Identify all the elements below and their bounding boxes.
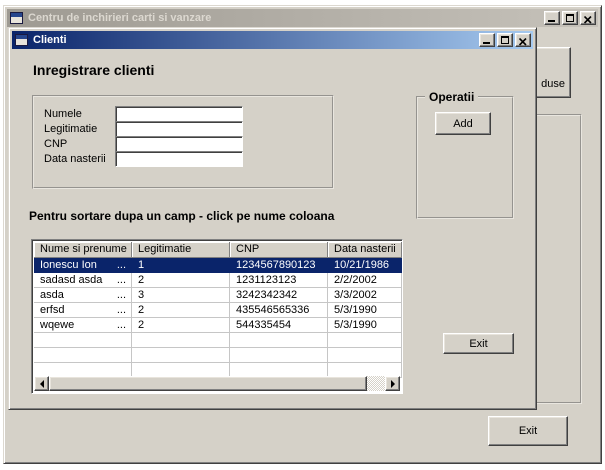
truncation-ellipsis: ...: [117, 304, 126, 316]
cell-cnp: 544335454: [230, 318, 328, 333]
add-button[interactable]: Add: [435, 112, 491, 135]
sort-hint: Pentru sortare dupa un camp - click pe n…: [29, 209, 334, 223]
column-header-legitimatie[interactable]: Legitimatie: [132, 242, 230, 258]
column-header-data-nasterii[interactable]: Data nasterii: [328, 242, 402, 258]
clienti-minimize-button[interactable]: [479, 33, 495, 47]
operatii-frame: Operatii Add: [416, 96, 514, 219]
cell-legitimatie: 2: [132, 318, 230, 333]
cell-cnp: 435546565336: [230, 303, 328, 318]
cell-data: 10/21/1986: [328, 258, 402, 273]
minimize-icon: [548, 20, 555, 22]
cell-text: wqewe: [40, 319, 74, 331]
registration-frame: Numele Legitimatie CNP Data nasterii: [32, 95, 334, 189]
cell-cnp: 1234567890123: [230, 258, 328, 273]
truncation-ellipsis: ...: [117, 319, 126, 331]
grid-header-row: Nume si prenume Legitimatie CNP Data nas…: [34, 242, 400, 258]
cell-cnp: 3242342342: [230, 288, 328, 303]
cell-legitimatie: 1: [132, 258, 230, 273]
table-row[interactable]: wqewe... 2 544335454 5/3/1990: [34, 318, 400, 333]
table-row[interactable]: erfsd... 2 435546565336 5/3/1990: [34, 303, 400, 318]
close-icon: [584, 15, 592, 27]
clienti-window-icon: [15, 34, 28, 46]
cell-nume: erfsd...: [34, 303, 132, 318]
main-close-button[interactable]: [580, 11, 596, 25]
numele-field[interactable]: [115, 106, 243, 122]
horizontal-scrollbar[interactable]: [34, 376, 400, 391]
cell-data: 5/3/1990: [328, 303, 402, 318]
produse-button-label: duse: [541, 78, 565, 90]
minimize-icon: [483, 42, 490, 44]
page-title: Inregistrare clienti: [33, 62, 154, 78]
table-row[interactable]: Ionescu Ion... 1 1234567890123 10/21/198…: [34, 258, 400, 273]
cell-data: 3/3/2002: [328, 288, 402, 303]
clienti-titlebar[interactable]: Clienti: [12, 31, 533, 49]
column-header-cnp[interactable]: CNP: [230, 242, 328, 258]
main-maximize-button[interactable]: [562, 11, 578, 25]
clienti-window: Clienti Inregistrare clienti Numele Legi…: [8, 27, 537, 410]
grid-empty-cell: [328, 333, 402, 348]
main-titlebar[interactable]: Centru de inchirieri carti si vanzare: [7, 9, 598, 27]
grid-empty-cell: [132, 333, 230, 348]
grid-empty-cell: [230, 333, 328, 348]
cell-text: asda: [40, 289, 64, 301]
grid-empty-cell: [34, 333, 132, 348]
cell-data: 5/3/1990: [328, 318, 402, 333]
truncation-ellipsis: ...: [117, 274, 126, 286]
main-exit-button[interactable]: Exit: [488, 416, 568, 446]
scroll-right-button[interactable]: [385, 376, 400, 391]
cnp-label: CNP: [44, 138, 67, 150]
truncation-ellipsis: ...: [117, 289, 126, 301]
cnp-field[interactable]: [115, 136, 243, 152]
main-window-icon: [10, 12, 23, 24]
cell-legitimatie: 2: [132, 303, 230, 318]
scrollbar-thumb[interactable]: [49, 376, 367, 391]
cell-nume: asda...: [34, 288, 132, 303]
table-row[interactable]: asda... 3 3242342342 3/3/2002: [34, 288, 400, 303]
close-icon: [519, 37, 527, 49]
right-arrow-icon: [391, 380, 395, 388]
cell-text: sadasd asda: [40, 274, 102, 286]
screen: Centru de inchirieri carti si vanzare du…: [0, 0, 605, 470]
scroll-left-button[interactable]: [34, 376, 49, 391]
truncation-ellipsis: ...: [117, 259, 126, 271]
legitimatie-label: Legitimatie: [44, 123, 97, 135]
clienti-maximize-button[interactable]: [497, 33, 513, 47]
cell-nume: Ionescu Ion...: [34, 258, 132, 273]
cell-data: 2/2/2002: [328, 273, 402, 288]
clienti-window-title: Clienti: [33, 34, 479, 46]
maximize-icon: [501, 36, 509, 44]
cell-legitimatie: 2: [132, 273, 230, 288]
cell-nume: sadasd asda...: [34, 273, 132, 288]
maximize-icon: [566, 14, 574, 22]
table-row-empty[interactable]: [34, 348, 400, 363]
column-header-nume[interactable]: Nume si prenume: [34, 242, 132, 258]
cell-cnp: 1231123123: [230, 273, 328, 288]
table-row-empty[interactable]: [34, 333, 400, 348]
data-nasterii-field[interactable]: [115, 151, 243, 167]
clienti-close-button[interactable]: [515, 33, 531, 47]
numele-label: Numele: [44, 108, 82, 120]
grid-empty-cell: [132, 348, 230, 363]
grid-empty-cell: [230, 348, 328, 363]
grid-empty-cell: [34, 348, 132, 363]
operatii-frame-label: Operatii: [425, 90, 478, 104]
main-minimize-button[interactable]: [544, 11, 560, 25]
data-nasterii-label: Data nasterii: [44, 153, 106, 165]
main-window-title: Centru de inchirieri carti si vanzare: [28, 12, 544, 24]
clienti-exit-button[interactable]: Exit: [443, 333, 514, 354]
cell-text: Ionescu Ion: [40, 259, 97, 271]
table-row[interactable]: sadasd asda... 2 1231123123 2/2/2002: [34, 273, 400, 288]
legitimatie-field[interactable]: [115, 121, 243, 137]
cell-text: erfsd: [40, 304, 64, 316]
left-arrow-icon: [40, 380, 44, 388]
clients-grid: Nume si prenume Legitimatie CNP Data nas…: [31, 239, 403, 394]
cell-nume: wqewe...: [34, 318, 132, 333]
cell-legitimatie: 3: [132, 288, 230, 303]
grid-empty-cell: [328, 348, 402, 363]
